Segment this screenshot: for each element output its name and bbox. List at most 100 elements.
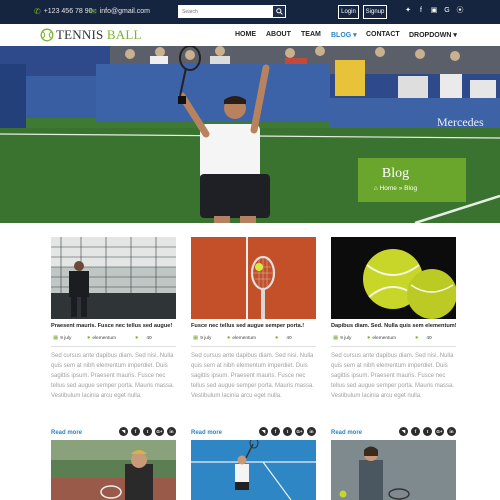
card-divider (191, 346, 316, 347)
blog-card-image[interactable] (51, 237, 176, 319)
post-date-text: 9 july (60, 335, 72, 341)
player-serving-blue-court-photo (191, 440, 316, 500)
linkedin-icon[interactable]: in (307, 427, 316, 436)
post-comments: ● 40 (415, 335, 432, 341)
search-icon (275, 8, 283, 15)
linkedin-icon[interactable]: in (167, 427, 176, 436)
post-date: ▦ 9 july (53, 335, 71, 341)
login-button[interactable]: Login (338, 5, 359, 19)
page-title: Blog (381, 166, 410, 181)
search-button[interactable] (272, 5, 286, 18)
racket-clay-court-photo (191, 237, 316, 319)
twitter-icon[interactable]: t (143, 427, 152, 436)
rss-icon[interactable]: ◥ (399, 427, 408, 436)
card-divider (331, 346, 456, 347)
comment-icon: ● (135, 335, 139, 341)
blog-card-image[interactable] (51, 440, 176, 500)
blog-card-title[interactable]: Fusce nec tellus sed augue semper porta.… (191, 323, 316, 329)
player-with-racket-photo (51, 440, 176, 500)
blog-card-meta: ▦ 9 july ● elementum ● 40 (191, 334, 316, 344)
twitter-icon[interactable]: ✦ (404, 7, 412, 15)
blog-card: Praesent mauris. Fusce nec tellus sed au… (51, 237, 176, 445)
post-comments: ● 40 (275, 335, 292, 341)
google-plus-icon[interactable]: G+ (435, 427, 444, 436)
nav-menu: HOME ABOUT TEAM BLOG ▾ CONTACT DROPDOWN … (0, 31, 500, 41)
phone-number: +123 456 78 90 (43, 8, 93, 15)
post-author-text: elementum (372, 335, 397, 341)
user-icon: ● (87, 335, 91, 341)
user-icon: ● (227, 335, 231, 341)
blog-card-title[interactable]: Dapibus diam. Sed. Nulla quis sem elemen… (331, 323, 456, 329)
blog-card-image[interactable] (331, 237, 456, 319)
nav-item-blog[interactable]: BLOG ▾ (331, 31, 357, 39)
blog-card-excerpt: Sed cursus ante dapibus diam. Sed nisi. … (331, 353, 455, 399)
post-author-text: elementum (92, 335, 117, 341)
post-author: ● elementum (227, 335, 256, 341)
linkedin-icon[interactable]: in (447, 427, 456, 436)
breadcrumb[interactable]: ⌂ Home » Blog (358, 185, 433, 192)
tennis-player-net-photo (51, 237, 176, 319)
nav-item-team[interactable]: TEAM (301, 31, 321, 38)
search-form (178, 5, 286, 18)
nav-item-dropdown[interactable]: DROPDOWN ▾ (409, 31, 457, 39)
top-bar: ✆ +123 456 78 90 ✉ info@gmail.com Login … (0, 0, 500, 24)
email-contact[interactable]: ✉ info@gmail.com (90, 7, 150, 16)
post-comments: ● 40 (135, 335, 152, 341)
post-comments-count: 40 (286, 335, 292, 341)
nav-item-home[interactable]: HOME (235, 31, 256, 38)
rss-icon[interactable]: ◥ (119, 427, 128, 436)
blog-card-excerpt: Sed cursus ante dapibus diam. Sed nisi. … (191, 353, 315, 399)
calendar-icon: ▦ (333, 335, 339, 341)
post-date-text: 9 july (340, 335, 352, 341)
read-more-link[interactable]: Read more (191, 430, 222, 436)
share-icons: ◥ f t G+ in (399, 427, 456, 436)
post-date: ▦ 9 july (193, 335, 211, 341)
blog-card-footer: Read more ◥ f t G+ in (191, 427, 316, 439)
post-author: ● elementum (87, 335, 116, 341)
google-icon[interactable]: G (443, 7, 451, 15)
share-icons: ◥ f t G+ in (119, 427, 176, 436)
blog-card-excerpt: Sed cursus ante dapibus diam. Sed nisi. … (51, 353, 175, 399)
instagram-icon[interactable]: ▣ (430, 7, 438, 15)
blog-card-footer: Read more ◥ f t G+ in (331, 427, 456, 439)
read-more-link[interactable]: Read more (51, 430, 82, 436)
facebook-icon[interactable]: f (271, 427, 280, 436)
nav-item-about[interactable]: ABOUT (266, 31, 291, 38)
read-more-link[interactable]: Read more (331, 430, 362, 436)
comment-icon: ● (275, 335, 279, 341)
share-icons: ◥ f t G+ in (259, 427, 316, 436)
phone-icon: ✆ (34, 7, 41, 16)
social-links: ✦ f ▣ G ⦿ (404, 7, 464, 15)
signup-button[interactable]: Signup (363, 5, 387, 19)
blog-card-image[interactable] (331, 440, 456, 500)
hero-banner: Mercedes Blog ⌂ Home » Blog (0, 46, 500, 223)
twitter-icon[interactable]: t (423, 427, 432, 436)
blog-card: Fusce nec tellus sed augue semper porta.… (191, 237, 316, 445)
pinterest-icon[interactable]: ⦿ (456, 7, 464, 15)
blog-card-image[interactable] (191, 440, 316, 500)
hero-sponsor-text: Mercedes (437, 115, 484, 129)
blog-card-meta: ▦ 9 july ● elementum ● 40 (51, 334, 176, 344)
search-input[interactable] (178, 5, 272, 18)
post-date: ▦ 9 july (333, 335, 351, 341)
blog-card-image[interactable] (191, 237, 316, 319)
post-author-text: elementum (232, 335, 257, 341)
google-plus-icon[interactable]: G+ (155, 427, 164, 436)
post-author: ● elementum (367, 335, 396, 341)
facebook-icon[interactable]: f (131, 427, 140, 436)
facebook-icon[interactable]: f (411, 427, 420, 436)
user-icon: ● (367, 335, 371, 341)
post-comments-count: 40 (146, 335, 152, 341)
email-address[interactable]: info@gmail.com (100, 8, 150, 15)
nav-item-contact[interactable]: CONTACT (366, 31, 400, 38)
blog-card-title[interactable]: Praesent mauris. Fusce nec tellus sed au… (51, 323, 176, 329)
rss-icon[interactable]: ◥ (259, 427, 268, 436)
tennis-balls-photo (331, 237, 456, 319)
blog-card: Dapibus diam. Sed. Nulla quis sem elemen… (331, 237, 456, 445)
google-plus-icon[interactable]: G+ (295, 427, 304, 436)
facebook-icon[interactable]: f (417, 7, 425, 15)
post-comments-count: 40 (426, 335, 432, 341)
blog-card-footer: Read more ◥ f t G+ in (51, 427, 176, 439)
main-navbar: TENNIS BALL HOME ABOUT TEAM BLOG ▾ CONTA… (0, 24, 500, 46)
twitter-icon[interactable]: t (283, 427, 292, 436)
